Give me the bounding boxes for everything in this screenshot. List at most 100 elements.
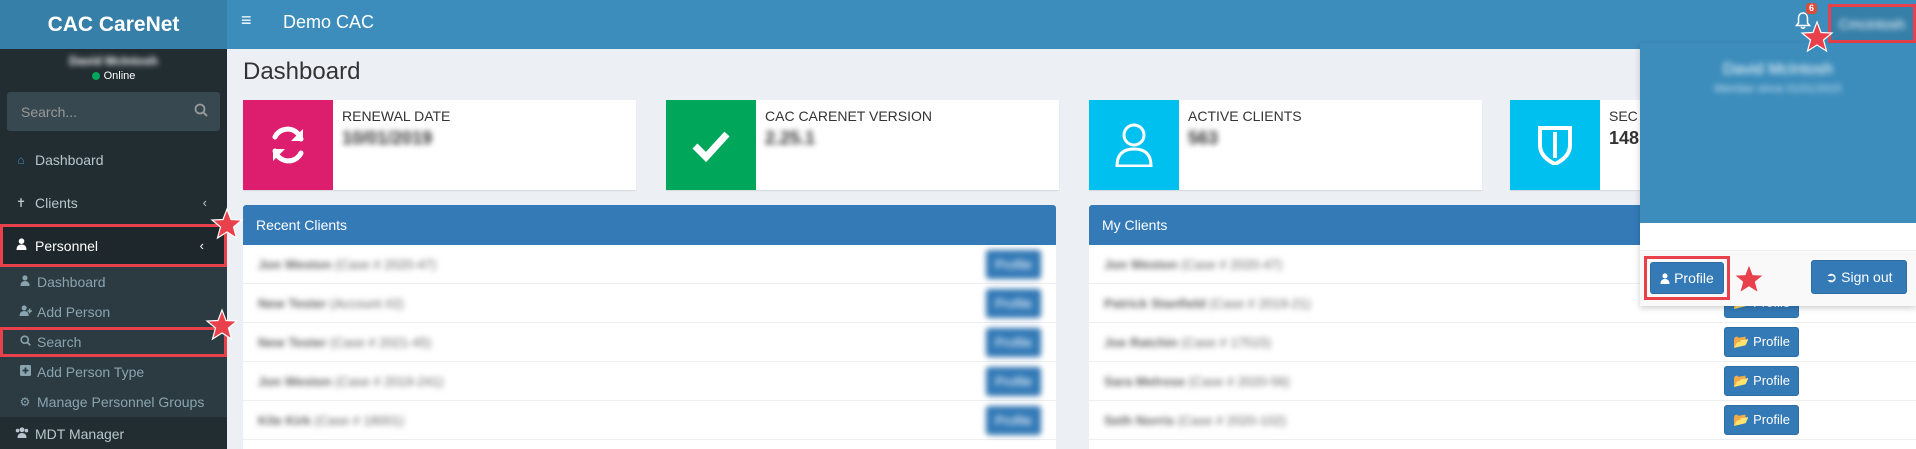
submenu-item-label: Add Person Type (37, 364, 145, 380)
submenu-item-search[interactable]: Search (0, 327, 227, 357)
info-box-label: SEC (1609, 108, 1638, 124)
client-entry[interactable]: Jon Weston (Case # 2020-47) (1104, 257, 1282, 272)
client-name: Seth Norris (1104, 412, 1175, 428)
info-icon-bg (1089, 100, 1179, 190)
client-name: Joe Ratchin (1104, 334, 1178, 350)
annotation-star-icon (210, 207, 244, 240)
info-icon-bg (1510, 100, 1600, 190)
submenu-item-add-person-type[interactable]: Add Person Type (0, 357, 227, 387)
user-status-label: Online (103, 70, 136, 82)
client-detail: (Case # 2019-241) (335, 373, 444, 389)
page-title: Dashboard (243, 58, 361, 85)
home-icon: ⌂ (17, 152, 25, 167)
client-entry[interactable]: Patrick Stanfield (Case # 2019-21) (1104, 296, 1311, 311)
client-detail: (Case # 18001) (314, 412, 404, 428)
profile-button-label: Profile (1753, 412, 1790, 427)
panel-title: Recent Clients (243, 205, 1056, 245)
info-icon-bg (666, 100, 756, 190)
client-entry[interactable]: New Tester (Case # 2021-45) (258, 335, 431, 350)
dropdown-user-name: David McIntosh (1722, 61, 1834, 78)
client-entry[interactable]: Jon Weston (Case # 2019-241) (258, 374, 443, 389)
client-entry[interactable]: Jon Weston (Case # 2020-47) (258, 257, 436, 272)
client-name: Kile Kirk (258, 412, 311, 428)
notification-badge: 6 (1806, 3, 1818, 14)
client-entry[interactable]: New Tester (Account #2) (258, 296, 404, 311)
sign-out-label: Sign out (1841, 268, 1893, 285)
client-entry[interactable]: Kile Kirk (Case # 18001) (258, 413, 404, 428)
client-detail: (Case # 17515) (1181, 334, 1271, 350)
client-entry[interactable]: Seth Norris (Case # 2020-102) (1104, 413, 1286, 428)
gear-icon: ⚙ (19, 395, 31, 409)
check-icon (692, 131, 730, 163)
profile-button[interactable]: Profile (986, 249, 1041, 279)
dropdown-member-since: Member since 01/01/2015 (1714, 83, 1842, 95)
profile-button[interactable]: 📂 Profile (1724, 405, 1799, 435)
info-icon-bg (243, 100, 333, 190)
dropdown-profile-label: Profile (1674, 270, 1714, 286)
online-status-dot (91, 72, 100, 81)
client-name: Jon Weston (1104, 256, 1178, 272)
dropdown-profile-button[interactable]: Profile (1650, 262, 1724, 294)
info-box-active-clients: ACTIVE CLIENTS 563 (1089, 100, 1482, 190)
sign-out-icon: ➲ (1825, 268, 1838, 285)
submenu-item-dashboard[interactable]: Dashboard (0, 267, 227, 297)
sidebar-item-mdt-manager[interactable]: MDT Manager (0, 417, 227, 449)
recent-clients-panel: Recent Clients Jon Weston (Case # 2020-4… (243, 205, 1056, 449)
submenu-item-label: Dashboard (37, 274, 106, 290)
info-box-value: 148 (1609, 128, 1640, 148)
sidebar-item-clients[interactable]: ✝ Clients ‹ (0, 181, 227, 224)
info-box-sec: SEC 148 (1510, 100, 1640, 190)
sidebar-item-dashboard[interactable]: ⌂ Dashboard (0, 138, 227, 181)
search-icon[interactable] (194, 103, 208, 122)
sidebar: David McIntosh Online ⌂ Dashboard ✝ Clie… (0, 49, 227, 449)
submenu-item-add-person[interactable]: Add Person (0, 297, 227, 327)
client-detail: (Case # 2020-56) (1188, 373, 1290, 389)
table-row: New Tester (Case # 2021-45) Profile (243, 323, 1056, 362)
table-row: New Tester (Account #2) Profile (243, 284, 1056, 323)
client-detail: (Case # 2020-47) (335, 256, 437, 272)
info-box-label: RENEWAL DATE (342, 108, 451, 124)
client-detail: (Case # 2019-21) (1209, 295, 1311, 311)
client-detail: (Case # 2021-45) (330, 334, 432, 350)
submenu-item-label: Manage Personnel Groups (37, 394, 205, 410)
submenu-item-manage-personnel-groups[interactable]: ⚙ Manage Personnel Groups (0, 387, 227, 417)
hamburger-menu-icon[interactable]: ≡ (241, 10, 252, 31)
user-menu-toggle[interactable]: Cmcintosh (1828, 4, 1916, 43)
info-box-value: 2.25.1 (765, 128, 816, 148)
app-logo[interactable]: CAC CareNet (0, 0, 227, 49)
sidebar-item-label: Personnel (35, 237, 99, 254)
client-name: New Tester (258, 295, 327, 311)
sign-out-button[interactable]: ➲ Sign out (1811, 260, 1907, 294)
client-entry[interactable]: Joe Ratchin (Case # 17515) (1104, 335, 1271, 350)
table-row: Jon Weston (Case # 2020-47) Profile (243, 245, 1056, 284)
client-name: Sara Melrose (1104, 373, 1185, 389)
chevron-left-icon: ‹ (199, 238, 204, 253)
profile-highlight: Profile (1644, 256, 1730, 300)
profile-button[interactable]: Profile (986, 366, 1041, 396)
users-icon (15, 427, 29, 441)
table-row: Sara Melrose (Case # 2020-56) 📂 Profile (1089, 362, 1916, 401)
child-icon: ✝ (15, 195, 27, 210)
user-icon (15, 238, 27, 253)
sidebar-search (7, 92, 220, 131)
user-icon (19, 275, 31, 289)
plus-square-icon (19, 365, 31, 379)
table-row: Joe Ratchin (Case # 17515) 📂 Profile (1089, 323, 1916, 362)
sidebar-item-personnel[interactable]: Personnel ‹ (0, 224, 227, 267)
submenu-item-label: Search (37, 334, 82, 350)
user-icon (1660, 273, 1670, 284)
sidebar-search-input[interactable] (7, 92, 220, 131)
personnel-submenu: Dashboard Add Person Search Add Person T… (0, 267, 227, 417)
client-entry[interactable]: Sara Melrose (Case # 2020-56) (1104, 374, 1290, 389)
client-detail: (Account #2) (330, 295, 404, 311)
profile-button[interactable]: Profile (986, 327, 1041, 357)
organization-name: Demo CAC (283, 12, 375, 32)
profile-button[interactable]: 📂 Profile (1724, 366, 1799, 396)
sidebar-item-label: MDT Manager (35, 426, 125, 442)
user-plus-icon (19, 305, 32, 319)
top-navbar: ≡ Demo CAC 6 Cmcintosh (227, 0, 1916, 49)
profile-button[interactable]: 📂 Profile (1724, 327, 1799, 357)
profile-button[interactable]: Profile (986, 288, 1041, 318)
submenu-item-label: Add Person (37, 304, 111, 320)
profile-button[interactable]: Profile (986, 405, 1041, 435)
